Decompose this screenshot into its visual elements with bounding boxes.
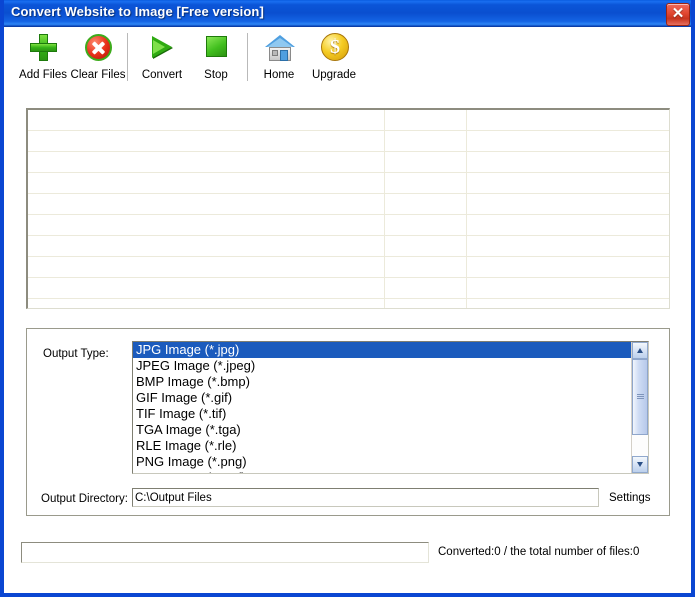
scrollbar-grip-icon (637, 394, 644, 400)
coin-icon: $ (305, 29, 363, 69)
table-row[interactable] (28, 131, 669, 152)
table-row[interactable] (28, 110, 669, 131)
file-list-rows (28, 110, 669, 308)
list-item[interactable]: JPEG Image (*.jpeg) (133, 358, 631, 374)
convert-button[interactable]: Convert (133, 29, 191, 87)
scroll-up-button[interactable] (632, 342, 648, 359)
upgrade-button[interactable]: $ Upgrade (305, 29, 363, 87)
clear-icon (69, 29, 127, 69)
chevron-up-icon (637, 348, 643, 353)
list-item[interactable]: EMF Image (*.emf) (133, 470, 631, 473)
title-bar: Convert Website to Image [Free version] … (4, 0, 691, 27)
home-button[interactable]: Home (250, 29, 308, 87)
options-group: Output Type: JPG Image (*.jpg) JPEG Image… (26, 328, 670, 516)
output-type-label: Output Type: (43, 348, 109, 360)
home-icon (250, 29, 308, 69)
plus-icon (14, 29, 72, 69)
chevron-down-icon (637, 462, 643, 467)
output-type-scrollbar[interactable] (631, 342, 648, 473)
stop-icon (187, 29, 245, 69)
close-button[interactable]: ✕ (666, 3, 690, 26)
table-row[interactable] (28, 152, 669, 173)
stop-label: Stop (204, 69, 228, 81)
status-text: Converted:0 / the total number of files:… (438, 546, 640, 558)
table-row[interactable] (28, 257, 669, 278)
application-window: Convert Website to Image [Free version] … (0, 0, 695, 597)
table-row[interactable] (28, 173, 669, 194)
output-type-items: JPG Image (*.jpg) JPEG Image (*.jpeg) BMP … (133, 342, 631, 473)
convert-label: Convert (141, 69, 183, 81)
list-item[interactable]: GIF Image (*.gif) (133, 390, 631, 406)
scrollbar-track[interactable] (632, 359, 648, 456)
play-icon (133, 29, 191, 69)
list-item[interactable]: BMP Image (*.bmp) (133, 374, 631, 390)
clear-files-label: Clear Files (70, 69, 126, 81)
output-directory-label: Output Directory: (41, 493, 128, 505)
close-icon: ✕ (671, 5, 685, 22)
toolbar-separator-2 (247, 33, 248, 81)
list-item[interactable]: RLE Image (*.rle) (133, 438, 631, 454)
window-title: Convert Website to Image [Free version] (11, 4, 264, 19)
progress-bar (21, 542, 429, 563)
toolbar-separator-1 (127, 33, 128, 81)
list-item[interactable]: TIF Image (*.tif) (133, 406, 631, 422)
list-item[interactable]: TGA Image (*.tga) (133, 422, 631, 438)
table-row[interactable] (28, 215, 669, 236)
output-type-listbox[interactable]: JPG Image (*.jpg) JPEG Image (*.jpeg) BMP … (132, 341, 649, 474)
table-row[interactable] (28, 236, 669, 257)
file-list-column-divider-1 (384, 110, 385, 308)
scroll-down-button[interactable] (632, 456, 648, 473)
add-files-label: Add Files (19, 69, 67, 81)
table-row[interactable] (28, 194, 669, 215)
table-row[interactable] (28, 278, 669, 299)
file-list-table[interactable] (26, 108, 670, 309)
output-directory-input[interactable] (132, 488, 599, 507)
scrollbar-thumb[interactable] (632, 359, 648, 435)
toolbar: Add Files Clear Files Convert Stop Home … (4, 27, 691, 90)
upgrade-label: Upgrade (311, 69, 357, 81)
clear-files-button[interactable]: Clear Files (69, 29, 127, 87)
stop-button[interactable]: Stop (187, 29, 245, 87)
home-label: Home (263, 69, 295, 81)
list-item[interactable]: JPG Image (*.jpg) (133, 342, 631, 358)
list-item[interactable]: PNG Image (*.png) (133, 454, 631, 470)
file-list-column-divider-2 (466, 110, 467, 308)
add-files-button[interactable]: Add Files (14, 29, 72, 87)
settings-button[interactable]: Settings (609, 492, 651, 504)
